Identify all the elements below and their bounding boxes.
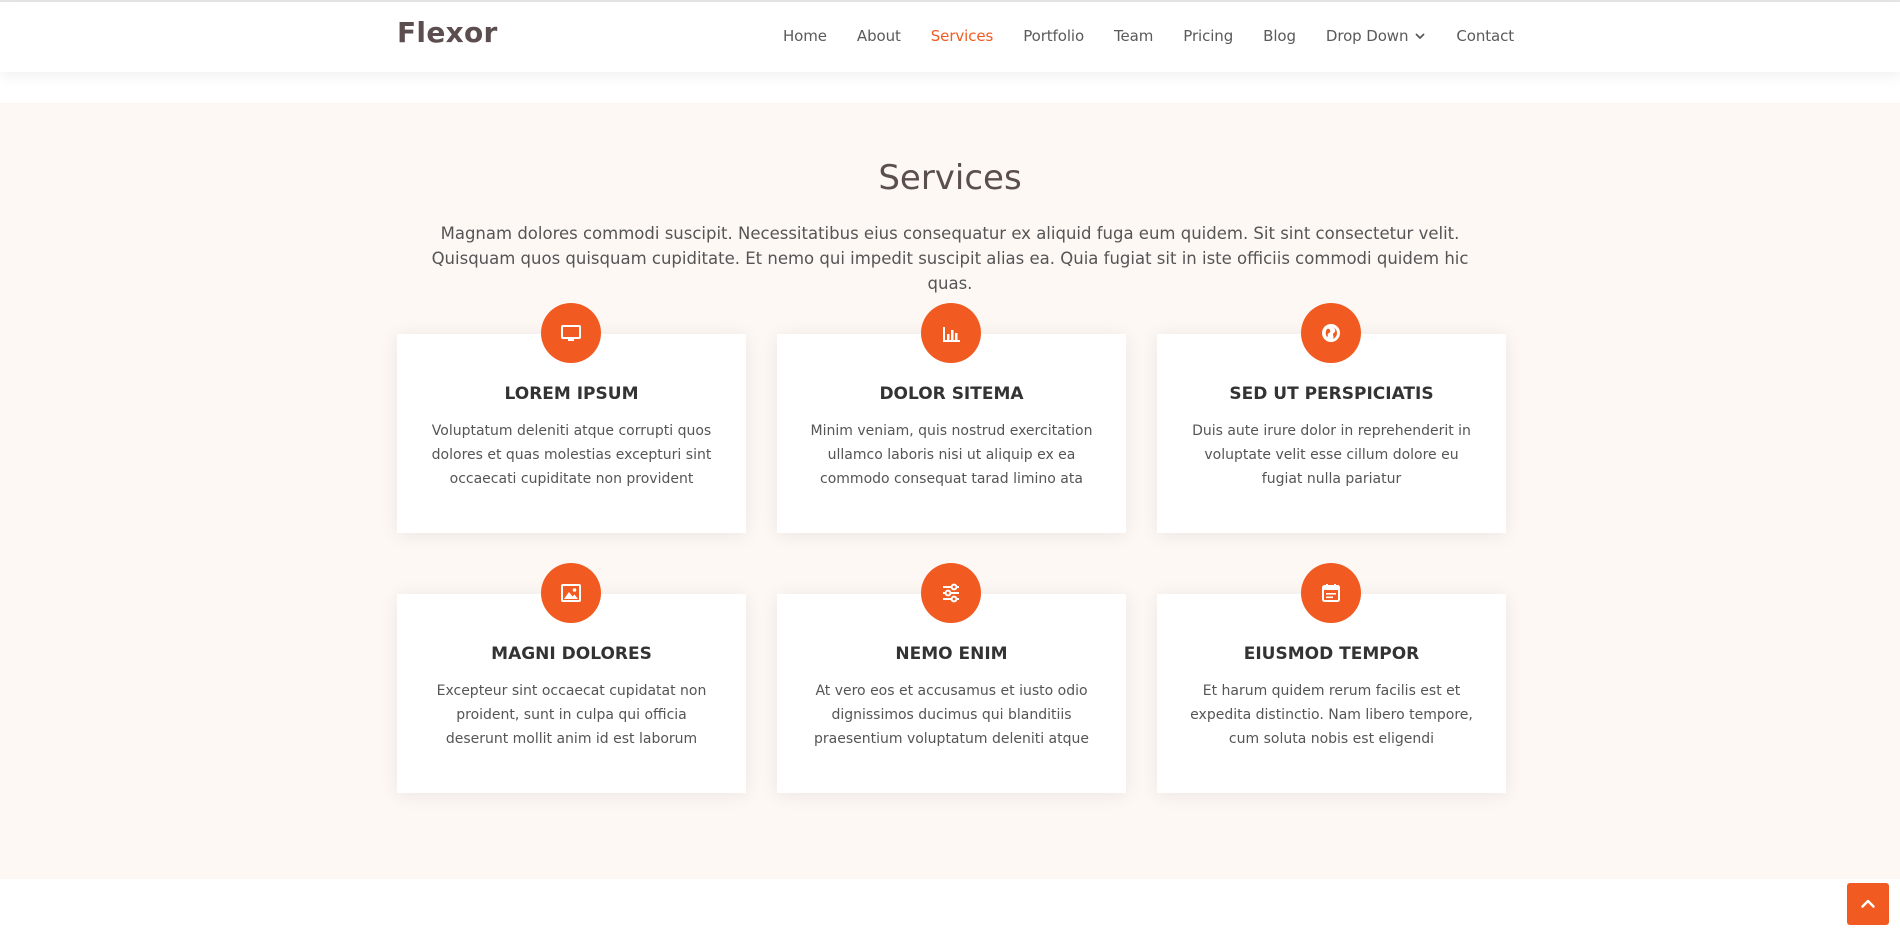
site-logo[interactable]: Flexor [397,16,498,49]
section-title: Services [878,158,1022,198]
service-description: Et harum quidem rerum facilis est et exp… [1190,683,1473,747]
service-description: At vero eos et accusamus et iusto odio d… [813,683,1089,747]
service-description: Duis aute irure dolor in reprehenderit i… [1192,423,1471,487]
service-card: EIUSMOD TEMPOR Et harum quidem rerum fac… [1157,563,1506,793]
image-icon [541,563,601,623]
nav-team[interactable]: Team [1114,24,1153,48]
service-title[interactable]: LOREM IPSUM [397,384,746,404]
service-card: SED UT PERSPICIATIS Duis aute irure dolo… [1157,303,1506,533]
nav-home[interactable]: Home [783,24,827,48]
service-description: Excepteur sint occaecat cupidatat non pr… [436,683,707,747]
service-card: MAGNI DOLORES Excepteur sint occaecat cu… [397,563,746,793]
globe-icon [1301,303,1361,363]
section-intro: Magnam dolores commodi suscipit. Necessi… [431,224,1469,293]
back-to-top-button[interactable] [1847,883,1889,925]
nav-dropdown-label: Drop Down [1325,27,1409,45]
service-title[interactable]: SED UT PERSPICIATIS [1157,384,1506,404]
service-title[interactable]: DOLOR SITEMA [777,384,1126,404]
service-title[interactable]: NEMO ENIM [777,644,1126,664]
nav-dropdown[interactable]: Drop Down [1326,24,1426,48]
nav-pricing[interactable]: Pricing [1183,24,1233,48]
bar-chart-icon [921,303,981,363]
service-title[interactable]: EIUSMOD TEMPOR [1157,644,1506,664]
services-section: Services Magnam dolores commodi suscipit… [0,103,1900,879]
nav-portfolio[interactable]: Portfolio [1023,24,1084,48]
service-card: DOLOR SITEMA Minim veniam, quis nostrud … [777,303,1126,533]
nav-about[interactable]: About [857,24,901,48]
nav-blog[interactable]: Blog [1263,24,1296,48]
service-description: Voluptatum deleniti atque corrupti quos … [431,423,712,487]
chevron-up-icon [1861,899,1875,908]
nav-contact[interactable]: Contact [1456,24,1514,48]
nav-services[interactable]: Services [931,24,994,48]
monitor-icon [541,303,601,363]
service-card: NEMO ENIM At vero eos et accusamus et iu… [777,563,1126,793]
service-card: LOREM IPSUM Voluptatum deleniti atque co… [397,303,746,533]
chevron-down-icon [1415,33,1425,39]
main-nav: Home About Services Portfolio Team Prici… [783,24,1514,48]
sliders-icon [921,563,981,623]
site-header: Flexor Home About Services Portfolio Tea… [0,2,1900,72]
service-title[interactable]: MAGNI DOLORES [397,644,746,664]
service-description: Minim veniam, quis nostrud exercitation … [810,423,1093,487]
calendar-icon [1301,563,1361,623]
